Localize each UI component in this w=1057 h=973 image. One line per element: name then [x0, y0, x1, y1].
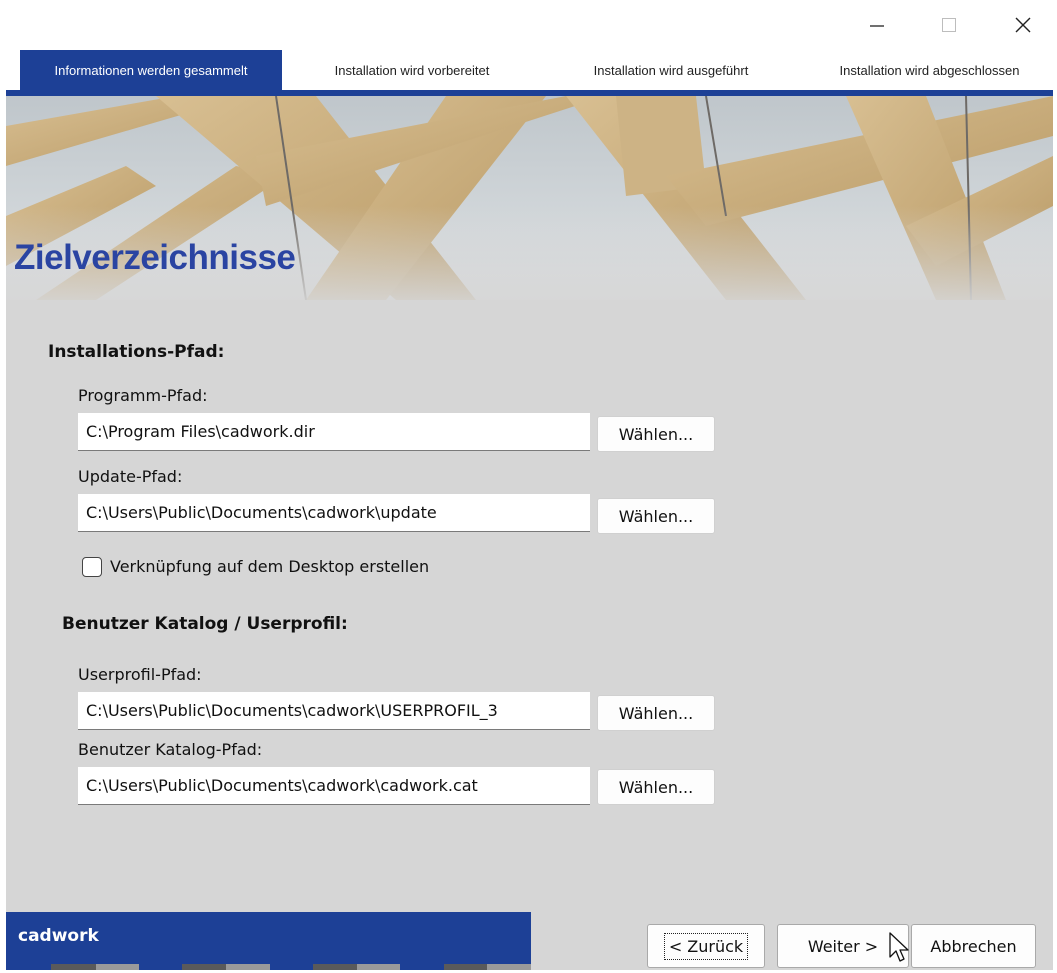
close-icon — [1015, 17, 1031, 33]
brand-bar: cadwork — [6, 912, 531, 964]
choose-program-path-button[interactable]: Wählen... — [597, 416, 715, 452]
progress-steps: Informationen werden gesammelt Installat… — [6, 50, 1053, 90]
next-button-label: Weiter > — [807, 936, 879, 956]
desktop-shortcut-label[interactable]: Verknüpfung auf dem Desktop erstellen — [110, 557, 429, 576]
userprofile-path-label: Userprofil-Pfad: — [78, 665, 202, 684]
brand-label: cadwork — [18, 926, 99, 946]
choose-userprofile-path-button[interactable]: Wählen... — [597, 695, 715, 731]
program-path-label: Programm-Pfad: — [78, 386, 208, 405]
installer-window: Informationen werden gesammelt Installat… — [0, 0, 1057, 973]
step-finishing: Installation wird abgeschlossen — [839, 62, 1020, 78]
maximize-button[interactable] — [929, 10, 969, 40]
user-catalog-heading: Benutzer Katalog / Userprofil: — [62, 614, 348, 634]
step-collecting-info: Informationen werden gesammelt — [20, 50, 282, 90]
maximize-icon — [942, 18, 956, 32]
brand-stripes — [6, 964, 531, 970]
userprofile-path-input[interactable] — [78, 692, 590, 730]
program-path-input[interactable] — [78, 413, 590, 451]
cancel-button[interactable]: Abbrechen — [911, 924, 1036, 968]
update-path-input[interactable] — [78, 494, 590, 532]
choose-update-path-button[interactable]: Wählen... — [597, 498, 715, 534]
update-path-label: Update-Pfad: — [78, 467, 183, 486]
catalog-path-label: Benutzer Katalog-Pfad: — [78, 740, 263, 759]
title-bar — [6, 0, 1053, 50]
step-executing: Installation wird ausgeführt — [593, 62, 749, 78]
step-preparing: Installation wird vorbereitet — [334, 62, 490, 78]
header-banner: Zielverzeichnisse — [6, 96, 1053, 300]
minimize-button[interactable] — [857, 10, 897, 40]
cancel-button-label: Abbrechen — [930, 936, 1017, 956]
desktop-shortcut-checkbox[interactable] — [82, 557, 102, 577]
catalog-path-input[interactable] — [78, 767, 590, 805]
minimize-icon — [870, 25, 884, 27]
choose-catalog-path-button[interactable]: Wählen... — [597, 769, 715, 805]
page-title: Zielverzeichnisse — [14, 238, 296, 277]
mouse-pointer-icon — [889, 932, 909, 962]
close-button[interactable] — [1003, 10, 1043, 40]
back-button-label: < Zurück — [663, 932, 749, 960]
install-path-heading: Installations-Pfad: — [48, 342, 225, 362]
back-button[interactable]: < Zurück — [647, 924, 765, 968]
